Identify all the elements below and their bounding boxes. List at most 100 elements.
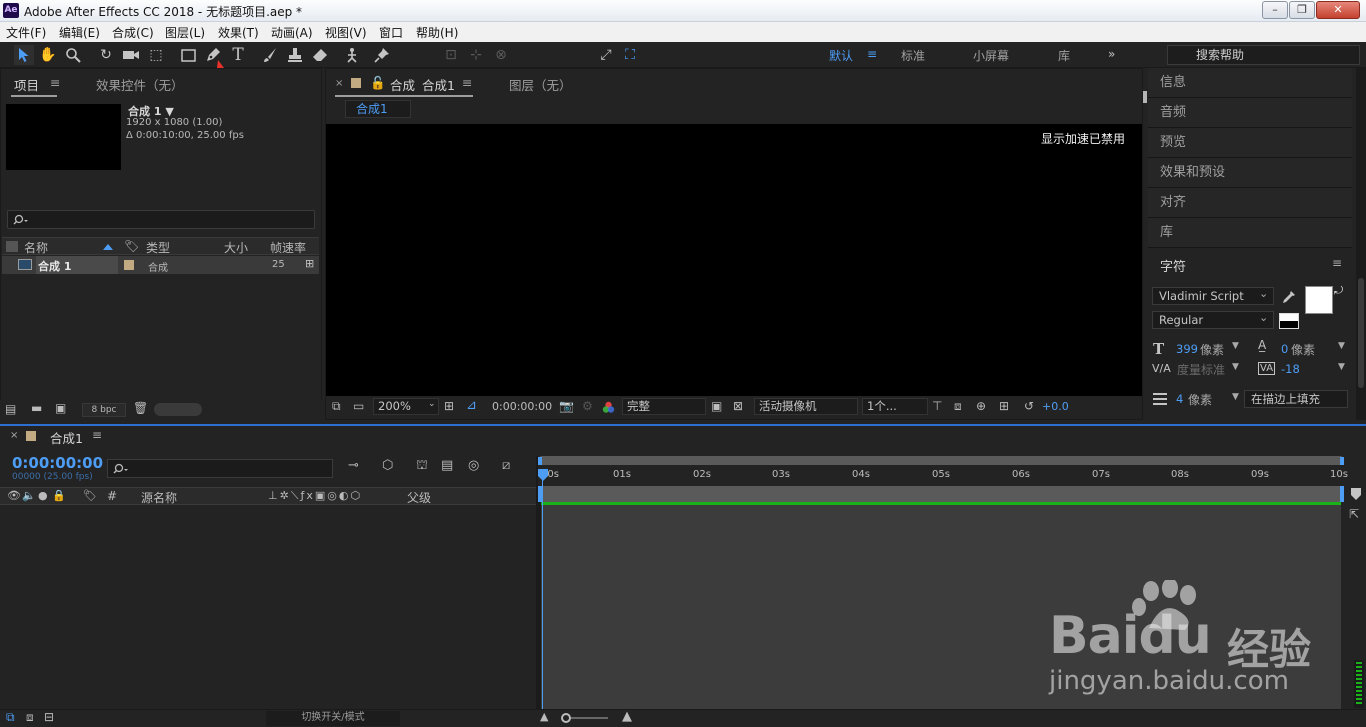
panel-library[interactable]: 库: [1148, 218, 1352, 248]
snap-features-icon[interactable]: ⛶: [620, 45, 640, 65]
lock-icon[interactable]: 🔒: [52, 489, 66, 502]
fast-preview-icon[interactable]: ⧈: [954, 399, 962, 414]
panel-preview[interactable]: 预览: [1148, 128, 1352, 158]
toggle-pixel-aspect-icon[interactable]: ⊤: [932, 399, 942, 413]
work-area-bar[interactable]: [538, 486, 1344, 502]
lock-icon[interactable]: 🔓: [370, 75, 386, 91]
kerning-value[interactable]: 度量标准: [1177, 361, 1225, 378]
fill-color-swatch[interactable]: [1305, 286, 1333, 314]
project-item-name[interactable]: 合成 1: [38, 258, 71, 274]
layer-switches-icon[interactable]: ⧉: [6, 710, 15, 725]
roto-brush-tool-icon[interactable]: [342, 45, 362, 65]
stroke-mode-dropdown[interactable]: 在描边上填充: [1244, 390, 1348, 408]
menu-effect[interactable]: 效果(T): [218, 24, 259, 41]
timeline-vertical-scrollbar[interactable]: [1354, 660, 1364, 708]
composition-viewer[interactable]: [326, 124, 1142, 396]
column-type[interactable]: 类型: [146, 239, 170, 256]
panel-info[interactable]: 信息: [1148, 68, 1352, 98]
label-color-swatch[interactable]: [124, 260, 134, 270]
font-style-dropdown[interactable]: Regular: [1152, 311, 1274, 329]
project-scrollbar[interactable]: [154, 403, 202, 416]
viewer-timecode[interactable]: 0:00:00:00: [492, 400, 552, 413]
video-visibility-icon[interactable]: 👁: [7, 489, 21, 502]
graph-editor-icon[interactable]: ⧄: [502, 458, 510, 473]
flowchart-icon[interactable]: ⊞: [999, 399, 1009, 413]
menu-window[interactable]: 窗口: [379, 24, 403, 41]
zoom-in-icon[interactable]: ▲: [622, 709, 632, 724]
tab-effect-controls[interactable]: 效果控件（无）: [96, 75, 184, 94]
hide-shy-layers-icon[interactable]: ⛫: [416, 458, 428, 475]
close-window-button[interactable]: ✕: [1316, 1, 1360, 19]
right-panel-scrollbar[interactable]: [1356, 68, 1366, 420]
workspace-library[interactable]: 库: [1058, 47, 1070, 64]
menu-composition[interactable]: 合成(C): [112, 24, 154, 41]
new-folder-icon[interactable]: ▬: [31, 401, 42, 415]
interpret-footage-icon[interactable]: ▤: [5, 402, 16, 416]
transfer-controls-icon[interactable]: ⧈: [26, 710, 34, 725]
minimize-button[interactable]: –: [1262, 1, 1288, 19]
workspace-default[interactable]: 默认: [829, 47, 853, 64]
menu-layer[interactable]: 图层(L): [165, 24, 205, 41]
delete-icon[interactable]: 🗑: [133, 401, 148, 415]
more-workspaces-icon[interactable]: »: [1108, 47, 1115, 61]
comp-breadcrumb[interactable]: 合成1: [345, 100, 411, 118]
column-parent[interactable]: 父级: [407, 489, 431, 506]
audio-icon[interactable]: 🔈: [22, 489, 36, 502]
timeline-tab[interactable]: 合成1: [50, 428, 83, 447]
exposure-value[interactable]: +0.0: [1042, 400, 1069, 413]
workspace-menu-icon[interactable]: ≡: [867, 47, 877, 61]
column-source-name[interactable]: 源名称: [141, 489, 177, 506]
motion-blur-icon[interactable]: ◎: [468, 458, 479, 473]
reset-exposure-icon[interactable]: ↺: [1024, 399, 1034, 413]
world-axis-icon[interactable]: ⊹: [466, 45, 486, 65]
menu-animation[interactable]: 动画(A): [271, 24, 313, 41]
stroke-width-value[interactable]: 4: [1176, 392, 1183, 406]
region-of-interest-icon[interactable]: ▣: [711, 399, 722, 413]
column-name[interactable]: 名称: [24, 239, 48, 256]
leading-value[interactable]: 0: [1281, 342, 1288, 356]
current-time-display[interactable]: 0:00:00:00: [12, 454, 103, 472]
zoom-out-icon[interactable]: ▲: [540, 710, 548, 723]
font-size-value[interactable]: 399: [1176, 342, 1198, 356]
panel-audio[interactable]: 音频: [1148, 98, 1352, 128]
snap-icon[interactable]: ⤢: [596, 45, 616, 65]
camera-dropdown[interactable]: 活动摄像机: [754, 398, 858, 415]
always-preview-icon[interactable]: ⧉: [332, 399, 341, 414]
comp-marker-bin-icon[interactable]: [1350, 487, 1362, 501]
eyedropper-icon[interactable]: [1281, 289, 1297, 305]
close-tab-icon[interactable]: ×: [335, 78, 343, 89]
menu-help[interactable]: 帮助(H): [416, 24, 458, 41]
rectangle-tool-icon[interactable]: [178, 45, 198, 65]
workspace-small-screen[interactable]: 小屏幕: [973, 47, 1009, 64]
character-menu-icon[interactable]: ≡: [1332, 256, 1342, 270]
tab-composition-name[interactable]: 合成1: [422, 75, 455, 94]
time-navigator[interactable]: [538, 456, 1344, 465]
transparency-grid-icon[interactable]: ⊠: [733, 399, 743, 413]
timeline-search-input[interactable]: [107, 459, 333, 478]
view-axis-icon[interactable]: ⊗: [491, 45, 511, 65]
zoom-slider-handle[interactable]: [561, 713, 571, 723]
default-colors-icon[interactable]: [1279, 313, 1299, 329]
monitor-icon[interactable]: ▭: [353, 399, 364, 413]
menu-file[interactable]: 文件(F): [6, 24, 46, 41]
toggle-switches-modes-button[interactable]: 切换开关/模式: [266, 711, 400, 726]
eraser-tool-icon[interactable]: [310, 45, 330, 65]
label-tag-icon[interactable]: 🏷: [83, 489, 97, 502]
bit-depth-button[interactable]: 8 bpc: [82, 403, 126, 417]
panel-effects-presets[interactable]: 效果和预设: [1148, 158, 1352, 188]
playhead-icon[interactable]: [537, 468, 549, 482]
rotate-tool-icon[interactable]: ↻: [96, 45, 116, 65]
menu-edit[interactable]: 编辑(E): [59, 24, 100, 41]
clone-stamp-tool-icon[interactable]: [285, 45, 305, 65]
panel-align[interactable]: 对齐: [1148, 188, 1352, 218]
tab-composition-label[interactable]: 合成: [390, 75, 415, 94]
tab-project[interactable]: 项目: [14, 75, 39, 94]
project-item-row[interactable]: 合成 1 合成 25 ⊞: [2, 256, 319, 274]
tab-layer[interactable]: 图层（无）: [509, 75, 572, 94]
column-frame-rate[interactable]: 帧速率: [270, 239, 306, 256]
color-channels-icon[interactable]: [602, 401, 615, 414]
maximize-button[interactable]: ❐: [1289, 1, 1315, 19]
selection-tool-icon[interactable]: [14, 45, 34, 65]
in-out-icon[interactable]: ⊟: [44, 710, 54, 724]
tracking-value[interactable]: -18: [1281, 362, 1300, 376]
